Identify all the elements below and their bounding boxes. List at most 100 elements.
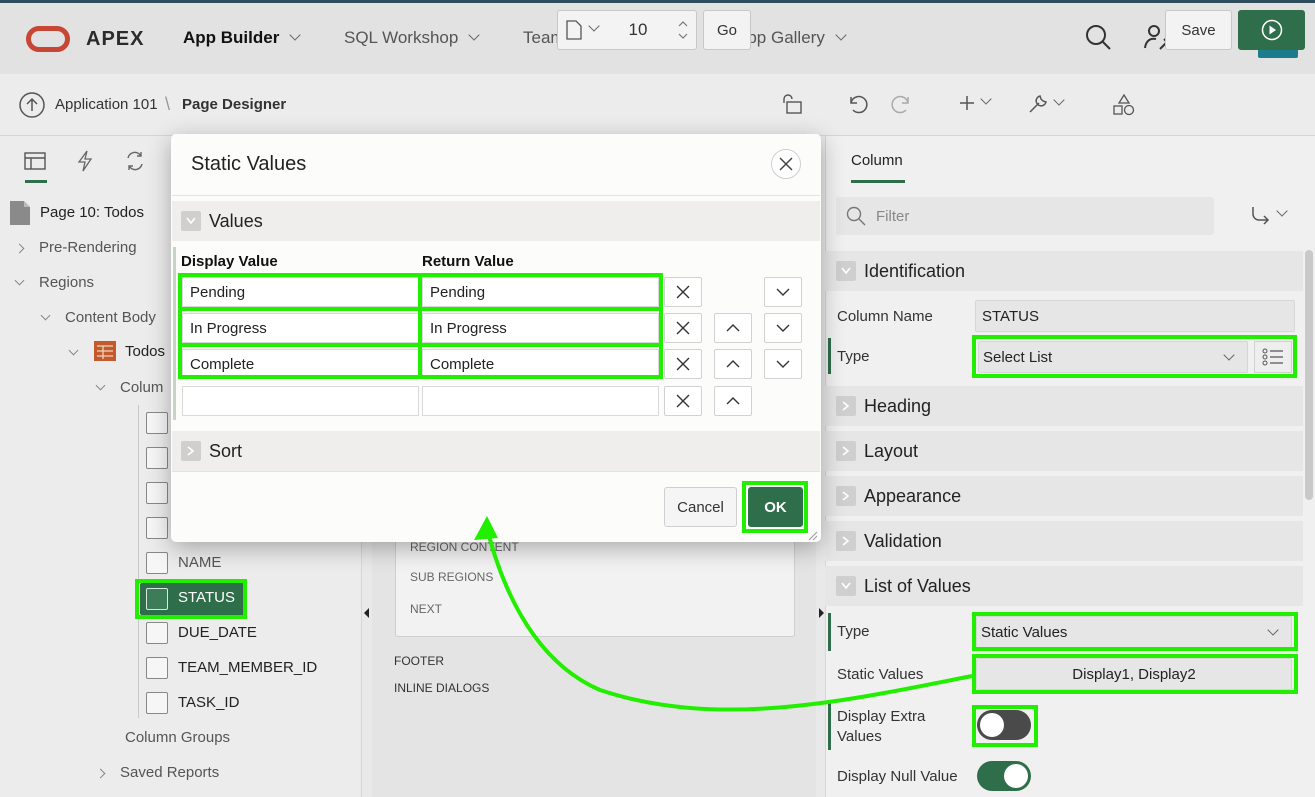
section-title: Layout [864,440,919,461]
panel-scrollbar[interactable] [1305,250,1313,500]
modified-indicator [828,338,831,374]
delete-row-button[interactable] [664,313,702,343]
create-menu[interactable] [958,93,992,112]
page-number-input[interactable]: 10 [629,20,648,40]
tab-column[interactable]: Column [851,152,903,169]
active-tab-indicator [851,180,905,183]
breadcrumb-application[interactable]: Application 101 [55,96,158,113]
wrench-icon [1029,95,1047,113]
section-identification[interactable]: Identification [825,251,1303,291]
menu-app-gallery[interactable]: App Gallery [736,28,847,48]
rendering-tab-icon[interactable] [20,146,50,176]
cancel-button[interactable]: Cancel [664,487,737,527]
page-selector[interactable]: 10 [557,10,697,50]
lov-type-value: Static Values [981,623,1068,641]
undo-icon[interactable] [845,92,869,120]
collapse-right-arrow-icon[interactable] [819,608,824,618]
layout-region-content: REGION CONTENT [410,540,519,554]
return-value-input[interactable]: Complete [422,349,659,379]
lov-type-label: Type [837,623,870,640]
tree-columns[interactable]: Colum [95,379,163,396]
tree-column-due-date[interactable]: DUE_DATE [178,624,257,641]
values-section-header[interactable]: Values [172,201,820,241]
sort-section-header[interactable]: Sort [172,431,820,471]
tree-content-body[interactable]: Content Body [40,309,156,326]
type-select[interactable]: Select List [978,341,1248,373]
go-to-group-menu[interactable] [1250,204,1288,226]
ok-button[interactable]: OK [748,487,803,527]
section-appearance[interactable]: Appearance [825,476,1303,516]
menu-app-builder[interactable]: App Builder [183,28,302,48]
tree-column-name[interactable]: NAME [178,554,221,571]
display-value-input[interactable]: In Progress [182,313,419,343]
return-value-input[interactable] [422,386,659,416]
filter-input[interactable]: Filter [836,197,1214,235]
tree-pre-rendering[interactable]: Pre-Rendering [14,239,137,256]
section-title: List of Values [864,575,971,596]
resize-handle-icon[interactable] [808,528,818,545]
display-value-input[interactable]: Complete [182,349,419,379]
lov-type-select[interactable]: Static Values [976,616,1292,648]
plus-icon [960,96,974,110]
search-icon[interactable] [1083,22,1113,52]
static-values-button[interactable]: Display1, Display2 [976,658,1292,690]
collapse-left-arrow-icon[interactable] [364,608,369,618]
dynamic-actions-tab-icon[interactable] [70,146,100,176]
processing-tab-icon[interactable] [120,146,150,176]
up-arrow-icon[interactable] [18,91,46,119]
section-validation[interactable]: Validation [825,521,1303,561]
display-value-header: Display Value [181,253,278,270]
page-stepper[interactable] [678,21,688,39]
section-title: Appearance [864,485,962,506]
display-value-input[interactable] [182,386,419,416]
modified-indicator [828,700,831,750]
return-value-input[interactable]: Pending [422,277,659,307]
close-button[interactable] [771,149,801,179]
section-layout[interactable]: Layout [825,431,1303,471]
display-null-value-toggle[interactable] [977,761,1031,791]
save-button[interactable]: Save [1165,10,1232,50]
interactive-report-icon [94,341,116,361]
menu-sql-workshop[interactable]: SQL Workshop [344,28,480,48]
active-tab-indicator [25,180,47,183]
lock-page-icon[interactable] [780,92,804,120]
move-up-button[interactable] [714,349,752,379]
chevron-right-icon [836,441,856,461]
section-list-of-values[interactable]: List of Values [825,566,1303,606]
chevron-down-icon [1276,205,1288,217]
run-page-button[interactable] [1238,10,1305,50]
apex-brand[interactable]: APEX [86,28,144,51]
tree-todos-label: Todos [125,342,166,360]
delete-row-button[interactable] [664,349,702,379]
tree-regions[interactable]: Regions [14,274,94,291]
redo-icon[interactable] [890,92,914,120]
search-icon [846,206,866,226]
column-name-field[interactable]: STATUS [975,300,1295,332]
display-value-input[interactable]: Pending [182,277,419,307]
shared-components-icon[interactable] [1112,93,1136,121]
tree-column-team-member-id[interactable]: TEAM_MEMBER_ID [178,659,317,676]
go-button[interactable]: Go [703,10,751,50]
return-value-input[interactable]: In Progress [422,313,659,343]
move-up-button[interactable] [714,313,752,343]
tree-todos-region[interactable]: Todos [68,341,166,362]
tree-page-node[interactable]: Page 10: Todos [40,204,144,221]
move-down-button[interactable] [764,277,802,307]
move-up-button[interactable] [714,386,752,416]
select-list-column-icon [146,588,168,610]
quick-pick-button[interactable] [1254,341,1292,373]
move-down-button[interactable] [764,313,802,343]
tree-column-task-id[interactable]: TASK_ID [178,694,239,711]
chevron-down-icon [289,29,302,41]
utilities-menu[interactable] [1027,93,1065,115]
delete-row-button[interactable] [664,277,702,307]
tree-column-groups[interactable]: Column Groups [125,729,230,746]
move-down-button[interactable] [764,349,802,379]
delete-row-button[interactable] [664,386,702,416]
chevron-right-icon [836,531,856,551]
oracle-logo-icon[interactable] [26,26,70,52]
section-indicator [173,247,176,420]
section-heading[interactable]: Heading [825,386,1303,426]
tree-saved-reports[interactable]: Saved Reports [95,764,219,781]
display-extra-values-toggle[interactable] [977,710,1031,740]
